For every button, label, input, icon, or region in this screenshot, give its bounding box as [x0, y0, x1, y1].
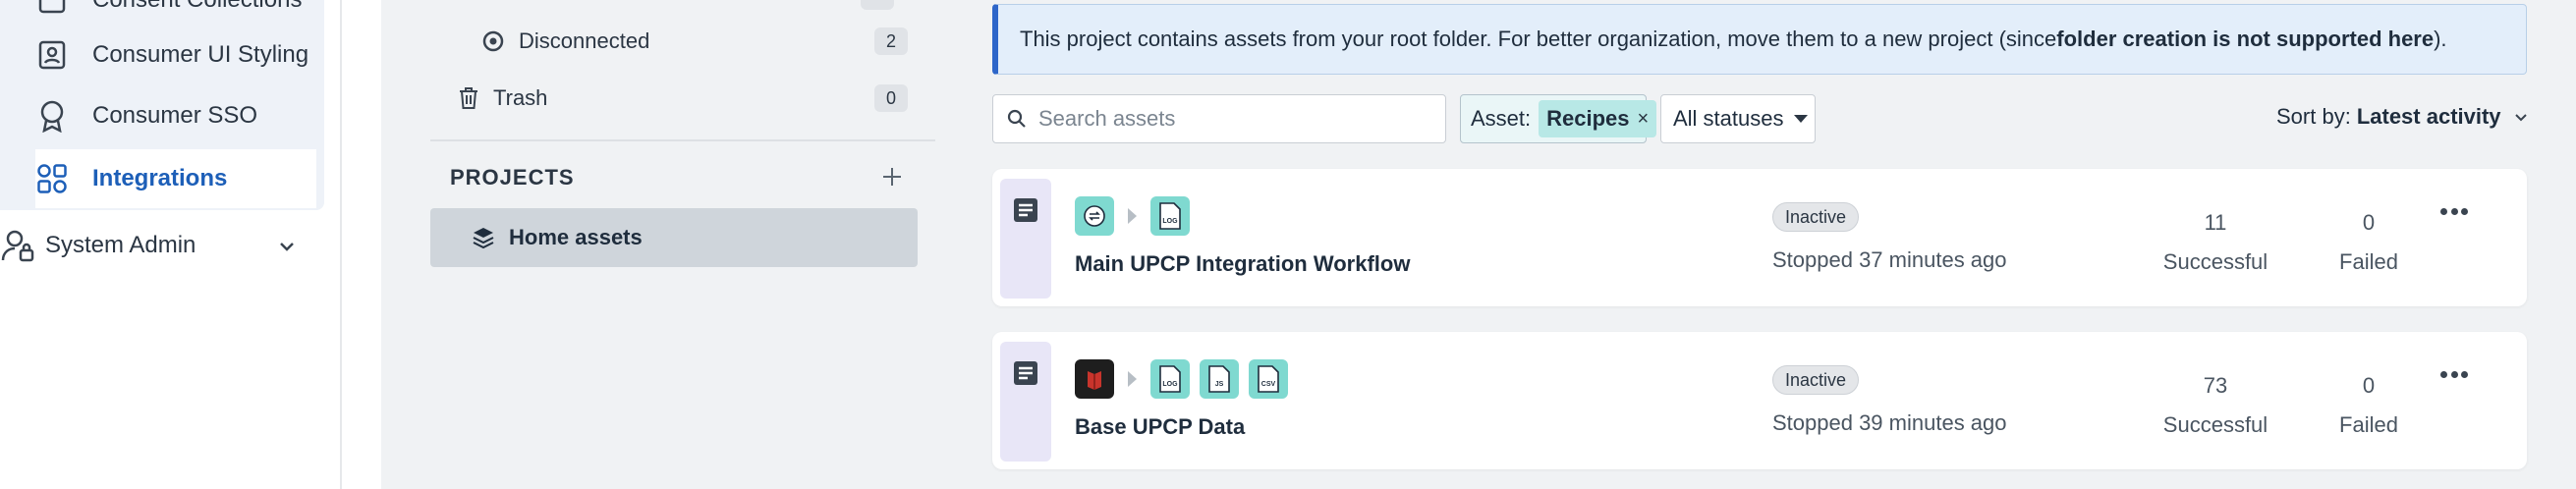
caret-down-icon	[1793, 115, 1808, 123]
recipe-last-activity: Stopped 37 minutes ago	[1772, 247, 2007, 272]
recipe-card[interactable]: LOG Main UPCP Integration Workflow Inact…	[992, 169, 2527, 306]
failed-label: Failed	[2339, 249, 2398, 274]
sort-label: Sort by:	[2276, 104, 2351, 129]
add-project-button[interactable]	[872, 157, 912, 196]
consent-collections-icon	[35, 0, 69, 17]
user-card-icon	[35, 38, 69, 72]
filter-chip-recipes: Recipes ×	[1539, 100, 1657, 137]
successful-label: Successful	[2162, 249, 2268, 274]
search-input[interactable]	[1038, 106, 1431, 132]
failed-label: Failed	[2339, 412, 2398, 437]
filter-label: Asset:	[1471, 106, 1532, 131]
successful-stat: 11 Successful	[2161, 210, 2269, 275]
successful-count: 11	[2204, 210, 2227, 235]
recipe-app-icons: LOG JS CSV	[1075, 359, 1298, 399]
recipe-card[interactable]: LOG JS CSV Base UPCP Data Inactive Stopp…	[992, 332, 2527, 469]
nav-item-integrations[interactable]: Integrations	[35, 149, 316, 208]
recipe-title[interactable]: Base UPCP Data	[1075, 414, 1245, 440]
folder-trash[interactable]: Trash 0	[430, 73, 922, 124]
recipe-app-icons: LOG	[1075, 196, 1200, 236]
status-badge: Inactive	[1772, 202, 1860, 232]
status-filter-select[interactable]: All statuses	[1660, 94, 1816, 143]
chevron-down-icon[interactable]	[277, 236, 297, 263]
log-file-icon: LOG	[1150, 196, 1190, 236]
search-icon	[1007, 109, 1027, 129]
notice-text-end: ).	[2434, 27, 2447, 51]
project-label: Home assets	[509, 225, 643, 249]
folders-panel: Disconnected 2 Trash 0 PROJECTS Home ass…	[381, 0, 955, 489]
nav-item-label: System Admin	[45, 232, 196, 258]
failed-count: 0	[2362, 210, 2376, 235]
info-notice: This project contains assets from your r…	[992, 4, 2527, 75]
nav-group: Consent Collections Consumer UI Styling …	[0, 0, 324, 210]
chip-label: Recipes	[1546, 106, 1630, 131]
search-box[interactable]	[992, 94, 1446, 143]
nav-item-label: Consumer UI Styling	[92, 41, 309, 68]
folder-label: Disconnected	[519, 28, 650, 53]
disconnected-icon	[481, 29, 505, 53]
sync-app-icon	[1075, 196, 1114, 236]
sort-by-control[interactable]: Sort by: Latest activity	[2276, 104, 2529, 130]
csv-file-icon: CSV	[1249, 359, 1288, 399]
chevron-down-icon	[2513, 109, 2529, 125]
grid-icon	[35, 162, 69, 195]
divider	[430, 139, 935, 141]
js-file-icon: JS	[1200, 359, 1239, 399]
more-actions-icon[interactable]	[2435, 196, 2474, 226]
project-home-assets[interactable]: Home assets	[430, 208, 918, 267]
folder-count: 0	[874, 84, 908, 112]
folder-count-badge	[861, 0, 894, 10]
log-file-icon: LOG	[1150, 359, 1190, 399]
failed-count: 0	[2362, 373, 2376, 398]
successful-label: Successful	[2162, 412, 2268, 437]
plus-icon	[883, 168, 901, 186]
folder-disconnected[interactable]: Disconnected 2	[430, 16, 922, 67]
layers-icon	[472, 226, 495, 249]
failed-stat: 0 Failed	[2315, 210, 2423, 275]
notice-text: This project contains assets from your r…	[1020, 27, 2057, 51]
asset-type-filter[interactable]: Asset: Recipes ×	[1460, 94, 1657, 143]
red-app-icon	[1075, 359, 1114, 399]
sort-value: Latest activity	[2356, 104, 2501, 129]
nav-item-consumer-sso[interactable]: Consumer SSO	[35, 86, 320, 145]
nav-item-label: Consent Collections	[92, 0, 302, 14]
trash-icon	[458, 86, 479, 110]
file-type-label: LOG	[1162, 218, 1178, 225]
remove-filter-icon[interactable]: ×	[1638, 108, 1650, 131]
user-lock-icon	[0, 228, 35, 263]
flow-arrow-icon	[1128, 371, 1137, 387]
assets-main: This project contains assets from your r…	[955, 0, 2576, 489]
recipe-last-activity: Stopped 39 minutes ago	[1772, 410, 2007, 435]
successful-count: 73	[2203, 373, 2228, 398]
status-badge: Inactive	[1772, 365, 1860, 395]
flow-arrow-icon	[1128, 208, 1137, 224]
notice-bold-text: folder creation is not supported here	[2056, 27, 2435, 51]
nav-item-label: Consumer SSO	[92, 102, 258, 129]
more-actions-icon[interactable]	[2435, 359, 2474, 389]
recipe-icon	[1012, 196, 1039, 229]
left-navigation: Consent Collections Consumer UI Styling …	[0, 0, 342, 489]
successful-stat: 73 Successful	[2161, 373, 2269, 438]
recipe-title[interactable]: Main UPCP Integration Workflow	[1075, 251, 1410, 277]
file-type-label: LOG	[1162, 381, 1178, 388]
recipe-icon	[1012, 359, 1039, 392]
folder-count: 2	[874, 27, 908, 55]
badge-icon	[35, 99, 69, 133]
file-type-label: CSV	[1261, 381, 1276, 388]
failed-stat: 0 Failed	[2315, 373, 2423, 438]
nav-item-label: Integrations	[92, 165, 228, 191]
select-value: All statuses	[1673, 106, 1784, 131]
projects-header: PROJECTS	[450, 165, 575, 190]
folder-label: Trash	[493, 85, 548, 110]
nav-item-consumer-ui-styling[interactable]: Consumer UI Styling	[35, 26, 320, 84]
nav-item-system-admin[interactable]: System Admin	[0, 218, 314, 273]
file-type-label: JS	[1215, 381, 1224, 388]
